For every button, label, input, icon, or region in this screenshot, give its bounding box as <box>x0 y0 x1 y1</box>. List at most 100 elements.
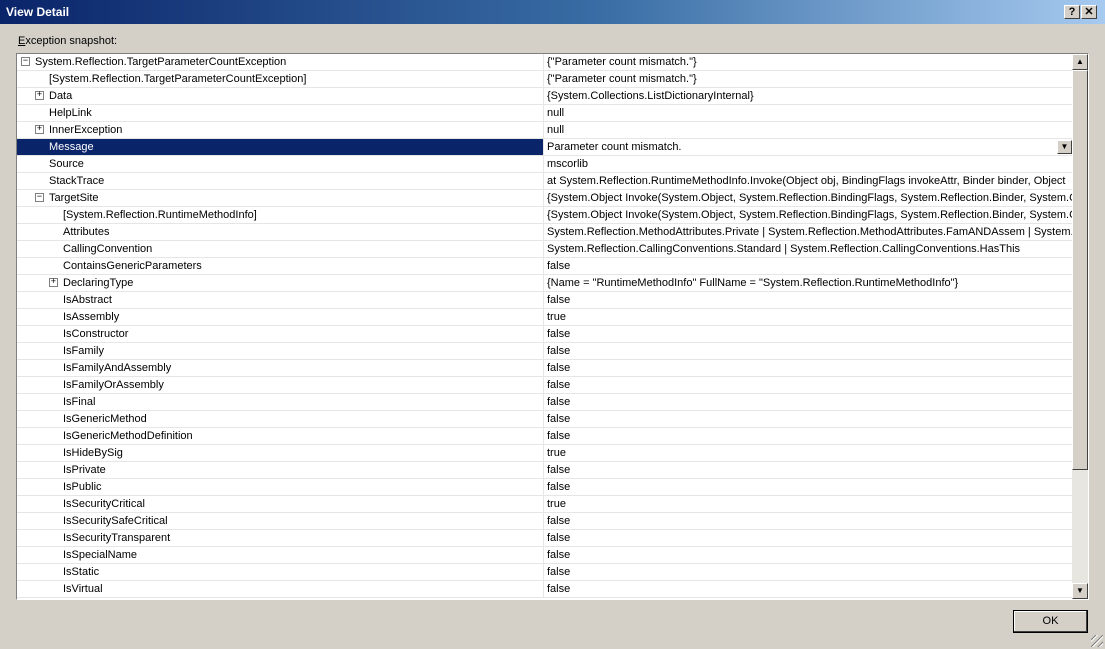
property-name-cell[interactable]: IsPrivate <box>17 462 544 478</box>
property-name-cell[interactable]: IsGenericMethodDefinition <box>17 428 544 444</box>
property-row[interactable]: IsAbstract false <box>17 292 1073 309</box>
dropdown-arrow-icon[interactable]: ▼ <box>1057 140 1072 154</box>
property-value-cell[interactable]: false <box>545 462 1073 478</box>
scroll-thumb[interactable] <box>1072 70 1088 470</box>
property-name-cell[interactable]: IsHideBySig <box>17 445 544 461</box>
property-name-cell[interactable]: IsSecurityCritical <box>17 496 544 512</box>
property-row[interactable]: + DeclaringType {Name = "RuntimeMethodInfo… <box>17 275 1073 292</box>
property-row[interactable]: [System.Reflection.RuntimeMethodInfo] {Sy… <box>17 207 1073 224</box>
property-row[interactable]: [System.Reflection.TargetParameterCountE… <box>17 71 1073 88</box>
property-name-cell[interactable]: IsConstructor <box>17 326 544 342</box>
help-button[interactable]: ? <box>1064 5 1080 19</box>
property-row[interactable]: IsSpecialName false <box>17 547 1073 564</box>
property-name-cell[interactable]: IsPublic <box>17 479 544 495</box>
property-row[interactable]: + InnerException null <box>17 122 1073 139</box>
property-value-cell[interactable]: false <box>545 326 1073 342</box>
property-value-cell[interactable]: true <box>545 445 1073 461</box>
property-row[interactable]: IsGenericMethod false <box>17 411 1073 428</box>
property-row[interactable]: + Data {System.Collections.ListDictionaryI… <box>17 88 1073 105</box>
property-row[interactable]: IsSecuritySafeCritical false <box>17 513 1073 530</box>
property-row[interactable]: Source mscorlib <box>17 156 1073 173</box>
property-value-cell[interactable]: {"Parameter count mismatch."} <box>545 54 1073 70</box>
property-value-cell[interactable]: null <box>545 122 1073 138</box>
property-row[interactable]: IsGenericMethodDefinition false <box>17 428 1073 445</box>
property-value-cell[interactable]: false <box>545 428 1073 444</box>
property-value-cell[interactable]: false <box>545 564 1073 580</box>
property-name-cell[interactable]: [System.Reflection.TargetParameterCountE… <box>17 71 544 87</box>
property-value-cell[interactable]: System.Reflection.MethodAttributes.Priva… <box>545 224 1073 240</box>
vertical-scrollbar[interactable]: ▲ ▼ <box>1072 54 1088 599</box>
property-row[interactable]: IsStatic false <box>17 564 1073 581</box>
property-name-cell[interactable]: IsFamilyOrAssembly <box>17 377 544 393</box>
property-name-cell[interactable]: IsSpecialName <box>17 547 544 563</box>
property-row[interactable]: HelpLink null <box>17 105 1073 122</box>
property-row[interactable]: Attributes System.Reflection.MethodAttrib… <box>17 224 1073 241</box>
property-row[interactable]: IsPublic false <box>17 479 1073 496</box>
property-value-cell[interactable]: false <box>545 547 1073 563</box>
property-row[interactable]: IsFamilyAndAssembly false <box>17 360 1073 377</box>
property-value-cell[interactable]: false <box>545 360 1073 376</box>
collapse-icon[interactable]: − <box>35 193 44 202</box>
property-name-cell[interactable]: − TargetSite <box>17 190 544 206</box>
property-value-cell[interactable]: false <box>545 343 1073 359</box>
property-name-cell[interactable]: IsFamily <box>17 343 544 359</box>
expand-icon[interactable]: + <box>35 91 44 100</box>
property-name-cell[interactable]: + Data <box>17 88 544 104</box>
property-name-cell[interactable]: IsSecuritySafeCritical <box>17 513 544 529</box>
property-name-cell[interactable]: [System.Reflection.RuntimeMethodInfo] <box>17 207 544 223</box>
property-name-cell[interactable]: StackTrace <box>17 173 544 189</box>
property-row[interactable]: IsSecurityTransparent false <box>17 530 1073 547</box>
property-name-cell[interactable]: Attributes <box>17 224 544 240</box>
property-row[interactable]: Message Parameter count mismatch. ▼ <box>17 139 1073 156</box>
property-row[interactable]: − TargetSite {System.Object Invoke(System.… <box>17 190 1073 207</box>
property-value-cell[interactable]: false <box>545 411 1073 427</box>
property-value-cell[interactable]: {System.Collections.ListDictionaryIntern… <box>545 88 1073 104</box>
property-name-cell[interactable]: IsFinal <box>17 394 544 410</box>
property-name-cell[interactable]: Message <box>17 139 544 155</box>
property-value-cell[interactable]: false <box>545 581 1073 597</box>
property-row[interactable]: IsHideBySig true <box>17 445 1073 462</box>
property-value-cell[interactable]: true <box>545 309 1073 325</box>
property-name-cell[interactable]: Source <box>17 156 544 172</box>
property-name-cell[interactable]: IsVirtual <box>17 581 544 597</box>
ok-button[interactable]: OK <box>1013 610 1088 633</box>
property-name-cell[interactable]: IsAssembly <box>17 309 544 325</box>
property-value-cell[interactable]: false <box>545 258 1073 274</box>
property-value-cell[interactable]: true <box>545 496 1073 512</box>
property-row[interactable]: IsPrivate false <box>17 462 1073 479</box>
expand-icon[interactable]: + <box>35 125 44 134</box>
property-row[interactable]: IsSecurityCritical true <box>17 496 1073 513</box>
property-value-cell[interactable]: false <box>545 377 1073 393</box>
property-value-cell[interactable]: at System.Reflection.RuntimeMethodInfo.I… <box>545 173 1073 189</box>
resize-grip[interactable] <box>1091 635 1103 647</box>
property-value-cell[interactable]: {Name = "RuntimeMethodInfo" FullName = "… <box>545 275 1073 291</box>
property-name-cell[interactable]: CallingConvention <box>17 241 544 257</box>
property-value-cell[interactable]: {"Parameter count mismatch."} <box>545 71 1073 87</box>
property-name-cell[interactable]: + InnerException <box>17 122 544 138</box>
property-name-cell[interactable]: − System.Reflection.TargetParameterCountE… <box>17 54 544 70</box>
property-name-cell[interactable]: IsFamilyAndAssembly <box>17 360 544 376</box>
property-value-cell[interactable]: {System.Object Invoke(System.Object, Sys… <box>545 207 1073 223</box>
property-row[interactable]: − System.Reflection.TargetParameterCountE… <box>17 54 1073 71</box>
property-value-cell[interactable]: {System.Object Invoke(System.Object, Sys… <box>545 190 1073 206</box>
property-value-cell[interactable]: null <box>545 105 1073 121</box>
exception-property-grid[interactable]: − System.Reflection.TargetParameterCountE… <box>16 53 1089 600</box>
property-value-cell[interactable]: false <box>545 479 1073 495</box>
property-value-cell[interactable]: false <box>545 394 1073 410</box>
property-name-cell[interactable]: ContainsGenericParameters <box>17 258 544 274</box>
property-value-cell[interactable]: mscorlib <box>545 156 1073 172</box>
property-row[interactable]: IsFamilyOrAssembly false <box>17 377 1073 394</box>
property-name-cell[interactable]: IsSecurityTransparent <box>17 530 544 546</box>
property-name-cell[interactable]: IsGenericMethod <box>17 411 544 427</box>
collapse-icon[interactable]: − <box>21 57 30 66</box>
expand-icon[interactable]: + <box>49 278 58 287</box>
property-row[interactable]: IsFamily false <box>17 343 1073 360</box>
property-name-cell[interactable]: IsStatic <box>17 564 544 580</box>
property-row[interactable]: IsConstructor false <box>17 326 1073 343</box>
property-row[interactable]: CallingConvention System.Reflection.Calli… <box>17 241 1073 258</box>
property-name-cell[interactable]: HelpLink <box>17 105 544 121</box>
scroll-up-button[interactable]: ▲ <box>1072 54 1088 70</box>
property-row[interactable]: IsVirtual false <box>17 581 1073 598</box>
property-value-cell[interactable]: false <box>545 513 1073 529</box>
property-name-cell[interactable]: + DeclaringType <box>17 275 544 291</box>
